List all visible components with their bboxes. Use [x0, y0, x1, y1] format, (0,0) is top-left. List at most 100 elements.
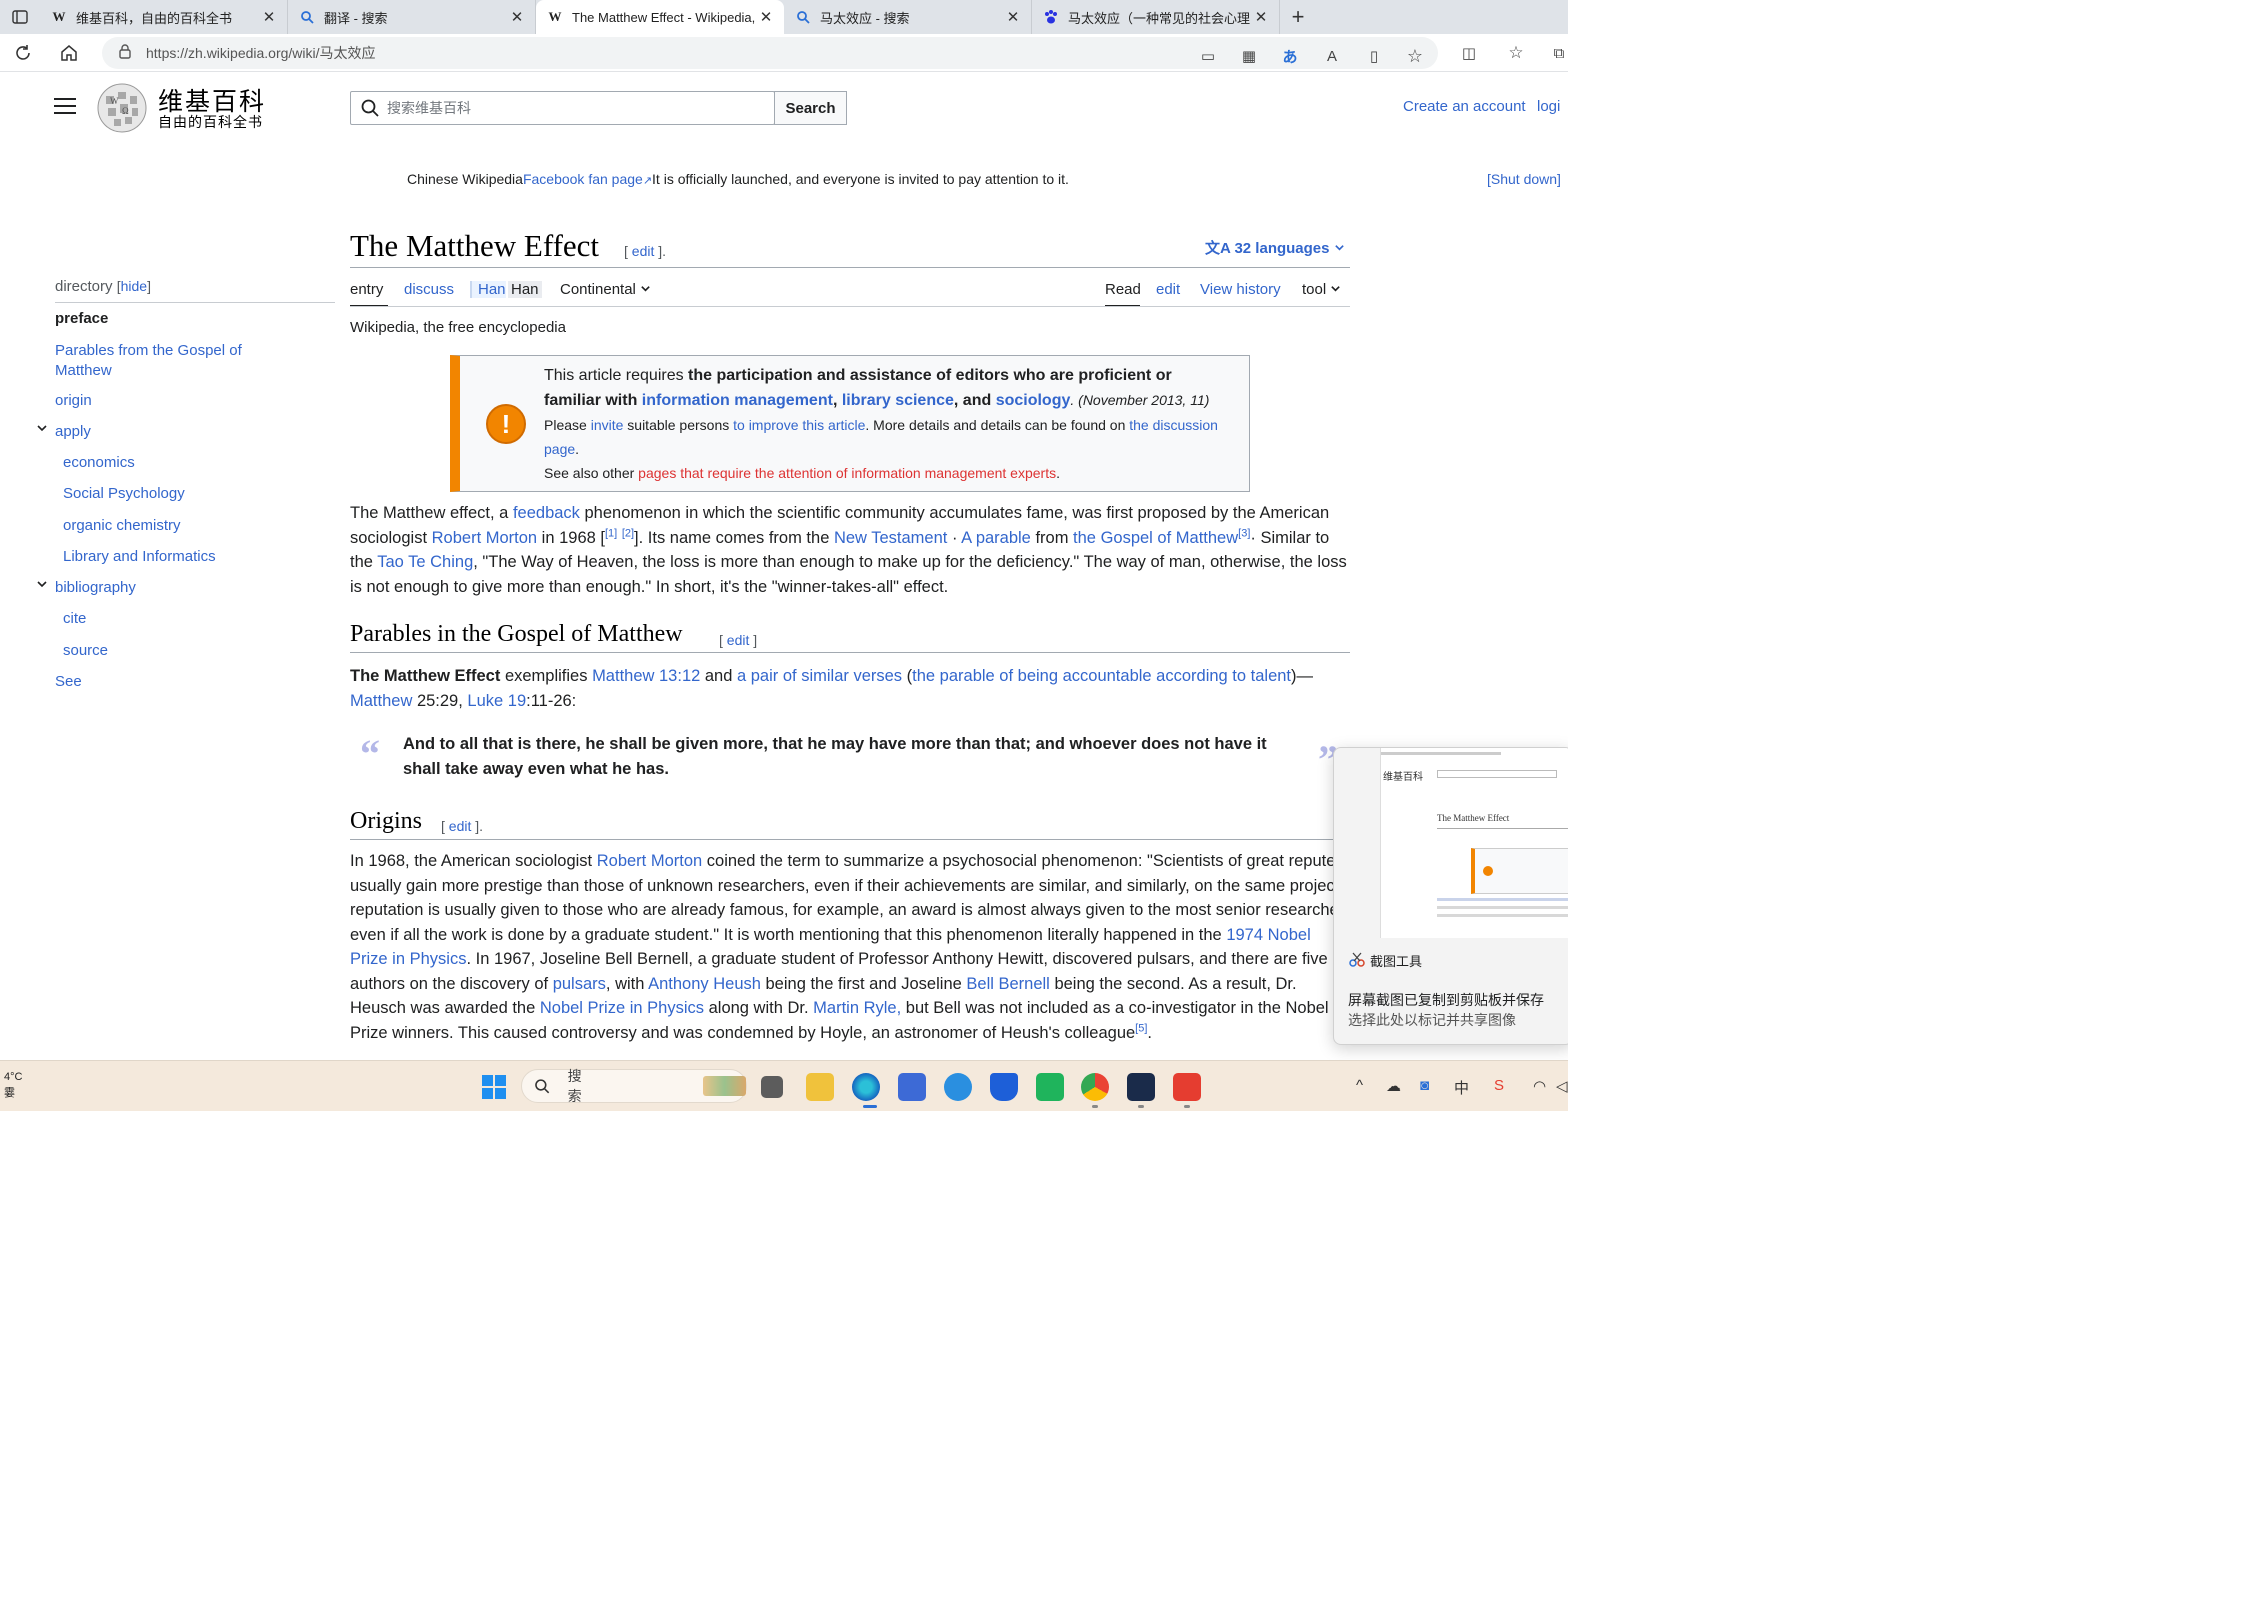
favorite-star-icon[interactable]: ☆ — [1404, 45, 1426, 67]
close-tab-icon[interactable]: ✕ — [1005, 8, 1021, 26]
expert-pages-redlink[interactable]: pages that require the attention of info… — [638, 465, 1056, 481]
information-management-link[interactable]: information management — [642, 392, 833, 409]
browser-tab[interactable]: 马太效应（一种常见的社会心理 ✕ — [1032, 0, 1280, 34]
task-view-icon[interactable] — [761, 1076, 783, 1098]
anthony-heush-link[interactable]: Anthony Heush — [648, 975, 761, 993]
section-edit-link[interactable]: edit — [449, 818, 472, 834]
windows-start-icon[interactable] — [481, 1074, 507, 1100]
wps-office-icon[interactable] — [1173, 1073, 1201, 1101]
similar-verses-link[interactable]: a pair of similar verses — [737, 667, 902, 685]
library-science-link[interactable]: library science — [842, 392, 954, 409]
translate-icon[interactable]: あ — [1279, 45, 1301, 67]
tools-label[interactable]: tool — [1302, 281, 1326, 298]
weather-widget[interactable]: 4°C 霎 — [4, 1069, 22, 1101]
reference-3[interactable]: [3] — [1238, 527, 1250, 539]
chat-app-icon[interactable] — [1036, 1073, 1064, 1101]
browser-tab[interactable]: 翻译 - 搜索 ✕ — [288, 0, 536, 34]
url-text[interactable]: https://zh.wikipedia.org/wiki/马太效应 — [146, 43, 376, 63]
input-method-icon[interactable]: 中 — [1454, 1077, 1469, 1098]
wikipedia-tagline-logo[interactable]: 自由的百科全书 — [158, 112, 263, 132]
chrome-icon[interactable] — [1081, 1073, 1109, 1101]
variant-dropdown[interactable]: Continental — [560, 281, 651, 298]
reference-1[interactable]: [1] — [605, 527, 617, 539]
browser-tab-active[interactable]: W The Matthew Effect - Wikipedia, t ✕ — [536, 0, 784, 34]
robert-morton-link[interactable]: Robert Morton — [432, 529, 537, 547]
defender-icon[interactable] — [990, 1073, 1018, 1101]
tab-actions-icon[interactable] — [0, 0, 40, 34]
reference-2[interactable]: [2] — [622, 527, 634, 539]
tools-dropdown[interactable]: tool — [1302, 281, 1341, 298]
collections-icon[interactable]: ⧉ — [1548, 42, 1570, 64]
home-icon[interactable] — [46, 34, 92, 72]
parable-link[interactable]: A parable — [961, 529, 1031, 547]
shutdown-notice-link[interactable]: [Shut down] — [1487, 171, 1561, 187]
onedrive-icon[interactable]: ☁ — [1386, 1077, 1401, 1095]
search-placeholder[interactable]: 搜索维基百科 — [387, 98, 471, 118]
create-account-link[interactable]: Create an account — [1403, 98, 1526, 115]
immersive-reader-icon[interactable]: ▯ — [1363, 45, 1385, 67]
apps-icon[interactable]: ▦ — [1238, 45, 1260, 67]
microsoft-store-icon[interactable] — [898, 1073, 926, 1101]
audio-app-icon[interactable] — [1127, 1073, 1155, 1101]
toc-item-see[interactable]: See — [55, 672, 82, 692]
luke-19-link[interactable]: Luke 19 — [467, 692, 526, 710]
device-icon[interactable]: ▭ — [1197, 45, 1219, 67]
search-button[interactable]: Search — [774, 91, 847, 125]
taskbar-search-placeholder[interactable]: 搜索 — [568, 1066, 595, 1106]
matthew-13-12-link[interactable]: Matthew 13:12 — [592, 667, 700, 685]
languages-count[interactable]: 32 languages — [1234, 240, 1329, 257]
file-explorer-icon[interactable] — [806, 1073, 834, 1101]
toc-item-parables[interactable]: Parables from the Gospel of Matthew — [55, 341, 285, 381]
notification-body[interactable]: 选择此处以标记并共享图像 — [1348, 1010, 1516, 1030]
new-testament-link[interactable]: New Testament — [834, 529, 947, 547]
close-tab-icon[interactable]: ✕ — [261, 8, 277, 26]
reference-5[interactable]: [5] — [1135, 1022, 1147, 1034]
robert-morton-link[interactable]: Robert Morton — [597, 852, 702, 870]
parable-of-talents-link[interactable]: the parable of being accountable accordi… — [912, 667, 1291, 685]
taskbar-search-input[interactable]: 搜索 — [521, 1066, 747, 1106]
feedback-link[interactable]: feedback — [513, 504, 580, 522]
new-tab-icon[interactable]: + — [1280, 0, 1316, 34]
matthew-link[interactable]: Matthew — [350, 692, 412, 710]
wps-tray-icon[interactable]: S — [1494, 1077, 1504, 1094]
wikipedia-globe-logo[interactable]: W Ω — [96, 82, 148, 134]
volume-icon[interactable]: ◁ — [1556, 1077, 1568, 1095]
wifi-icon[interactable]: ◠ — [1533, 1077, 1546, 1095]
toc-item-source[interactable]: source — [63, 641, 108, 661]
toc-item-economics[interactable]: economics — [63, 453, 135, 473]
notification-title[interactable]: 屏幕截图已复制到剪贴板并保存 — [1348, 990, 1544, 1010]
toc-item-library-informatics[interactable]: Library and Informatics — [63, 547, 216, 567]
tab-entry[interactable]: entry — [350, 281, 383, 298]
login-link[interactable]: logi — [1537, 98, 1560, 115]
toc-item-origin[interactable]: origin — [55, 391, 92, 411]
tab-read[interactable]: Read — [1105, 281, 1141, 298]
close-tab-icon[interactable]: ✕ — [758, 8, 774, 26]
edge-browser-icon[interactable] — [852, 1073, 880, 1101]
url-field[interactable]: https://zh.wikipedia.org/wiki/马太效应 ▭ ▦ あ… — [102, 37, 1438, 69]
tab-view-history[interactable]: View history — [1200, 281, 1281, 298]
improve-article-link[interactable]: to improve this article — [733, 417, 865, 433]
refresh-icon[interactable] — [0, 34, 46, 72]
read-aloud-icon[interactable]: A — [1321, 45, 1343, 67]
browser-tab[interactable]: 马太效应 - 搜索 ✕ — [784, 0, 1032, 34]
invite-link[interactable]: invite — [591, 417, 624, 433]
tray-app-icon[interactable]: ◙ — [1420, 1077, 1429, 1094]
toc-item-organic-chemistry[interactable]: organic chemistry — [63, 516, 181, 536]
toc-item-preface[interactable]: preface — [55, 309, 108, 329]
facebook-link[interactable]: Facebook fan page — [523, 171, 643, 187]
variant-han-traditional[interactable]: Han — [508, 281, 542, 298]
toc-item-social-psychology[interactable]: Social Psychology — [63, 484, 185, 504]
weather-temperature[interactable]: 4°C — [4, 1069, 22, 1085]
favorites-icon[interactable]: ☆ — [1505, 42, 1527, 64]
title-edit-link[interactable]: edit — [632, 243, 655, 259]
chevron-down-icon[interactable] — [36, 422, 48, 437]
lock-icon[interactable] — [118, 43, 132, 64]
variant-label[interactable]: Continental — [560, 281, 636, 298]
split-screen-icon[interactable]: ◫ — [1458, 42, 1480, 64]
chevron-up-icon[interactable]: ^ — [1356, 1077, 1363, 1094]
section-edit-link[interactable]: edit — [727, 632, 750, 648]
tab-edit[interactable]: edit — [1156, 281, 1180, 298]
edge-legacy-icon[interactable] — [944, 1073, 972, 1101]
search-input[interactable]: 搜索维基百科 — [350, 91, 775, 125]
toc-item-cite[interactable]: cite — [63, 609, 86, 629]
